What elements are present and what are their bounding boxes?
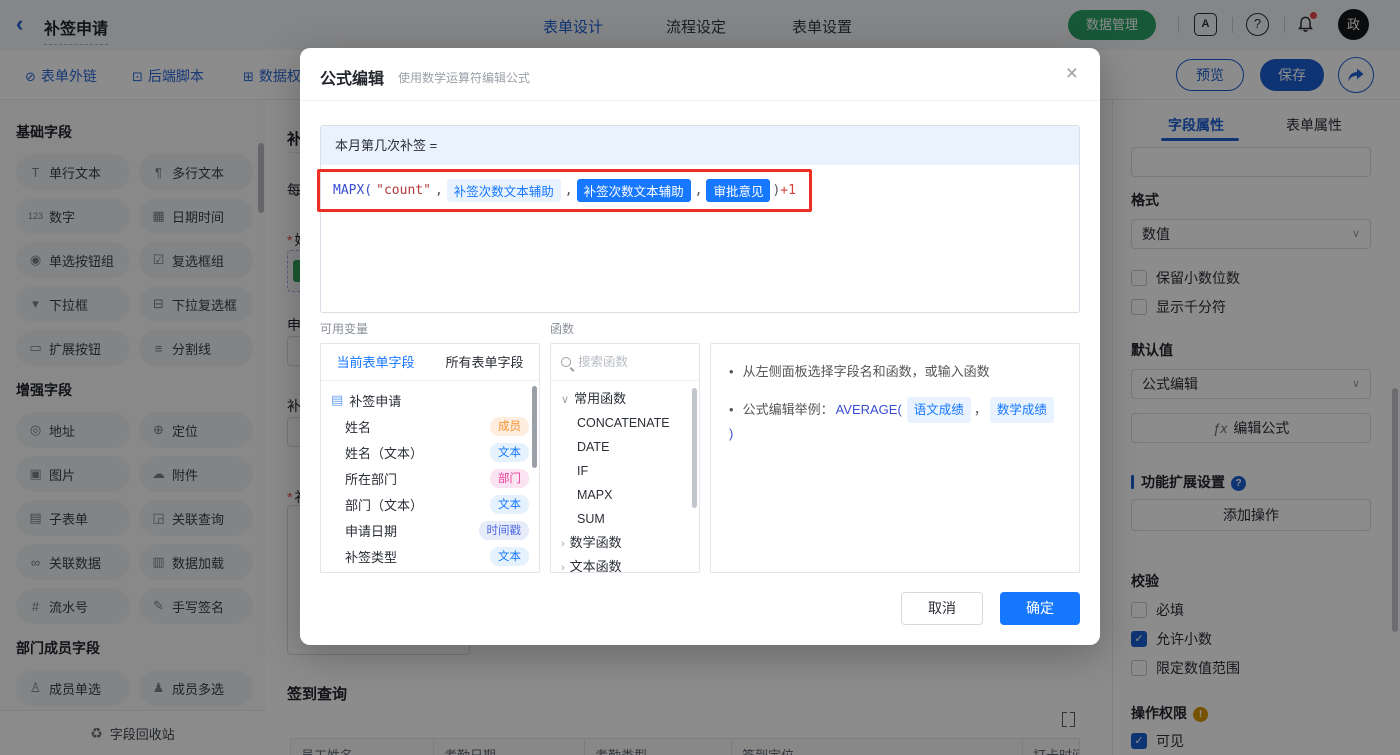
function-search-input[interactable]	[578, 355, 668, 369]
field-chip-selected[interactable]: 补签次数文本辅助	[576, 179, 691, 202]
formula-target-bar: 本月第几次补签 =	[321, 126, 1079, 165]
example-field-chip: 数学成绩	[989, 397, 1054, 423]
type-badge: 成员	[490, 416, 529, 436]
variable-row[interactable]: 所在部门 部门	[321, 465, 539, 491]
variables-panel: 当前表单字段 所有表单字段 ▤ 补签申请 姓名 成员 姓名（文本） 文本 所在部门 部门…	[320, 343, 540, 573]
variables-tree-root[interactable]: ▤ 补签申请	[321, 387, 539, 413]
variable-row[interactable]: 申请日期 时间戳	[321, 517, 539, 543]
type-badge: 文本	[490, 546, 529, 566]
function-item[interactable]: IF	[551, 459, 699, 483]
modal-title: 公式编辑	[320, 71, 385, 88]
chevron-closed-icon: ›	[561, 538, 565, 550]
chevron-closed-icon: ›	[561, 562, 565, 573]
function-item[interactable]: DATE	[551, 435, 699, 459]
help-bullet-2: • 公式编辑举例： AVERAGE( 语文成绩 ， 数学成绩 )	[727, 397, 1063, 445]
function-group-text[interactable]: › 文本函数	[551, 555, 699, 573]
formula-function-token: MAPX(	[333, 183, 373, 198]
modal-header: 公式编辑 使用数学运算符编辑公式 ×	[300, 48, 1100, 101]
function-search[interactable]	[551, 344, 699, 381]
function-group-common[interactable]: ∨ 常用函数	[551, 387, 699, 411]
chevron-open-icon: ∨	[561, 394, 570, 406]
tab-all-form-fields[interactable]: 所有表单字段	[430, 344, 539, 380]
formula-expression[interactable]: MAPX( "count" , 补签次数文本辅助 , 补签次数文本辅助 , 审批…	[333, 179, 800, 202]
example-close-paren: )	[729, 426, 734, 441]
variable-row[interactable]: 姓名（文本） 文本	[321, 439, 539, 465]
variable-row[interactable]: 补签类型 文本	[321, 543, 539, 569]
field-chip[interactable]: 补签次数文本辅助	[446, 179, 561, 202]
comma-token: ,	[564, 183, 573, 198]
tab-current-form-fields[interactable]: 当前表单字段	[321, 344, 430, 380]
type-badge: 时间戳	[478, 520, 529, 540]
app-window: ‹ 补签申请 表单设计 流程设定 表单设置 数据管理 A ? 政 ⊘ 表单外链 ⊡…	[0, 0, 1400, 755]
function-item[interactable]: MAPX	[551, 483, 699, 507]
functions-scrollbar[interactable]	[692, 388, 697, 508]
function-group-math[interactable]: › 数学函数	[551, 531, 699, 555]
help-panel: • 从左侧面板选择字段名和函数，或输入函数 • 公式编辑举例： AVERAGE( …	[710, 343, 1080, 573]
confirm-button[interactable]: 确定	[1000, 592, 1080, 625]
document-icon: ▤	[331, 392, 344, 407]
variables-tabs: 当前表单字段 所有表单字段	[321, 344, 539, 381]
field-chip-selected[interactable]: 审批意见	[706, 179, 771, 202]
type-badge: 部门	[490, 468, 529, 488]
function-item[interactable]: SUM	[551, 507, 699, 531]
help-bullet-1: • 从左侧面板选择字段名和函数，或输入函数	[729, 364, 990, 379]
formula-string-token: "count"	[376, 183, 431, 198]
type-badge: 文本	[490, 494, 529, 514]
search-icon	[561, 357, 571, 367]
variables-scrollbar[interactable]	[532, 386, 537, 468]
functions-label: 函数	[550, 322, 575, 336]
comma-token: ,	[694, 183, 703, 198]
functions-panel: ∨常用函数 CONCATENATE DATE IF MAPX SUM ›数学函数…	[550, 343, 700, 573]
variables-label: 可用变量	[320, 322, 369, 336]
function-item[interactable]: CONCATENATE	[551, 411, 699, 435]
variable-row[interactable]: 部门（文本） 文本	[321, 491, 539, 517]
example-field-chip: 语文成绩	[906, 397, 971, 423]
cancel-button[interactable]: 取消	[901, 592, 983, 625]
example-function: AVERAGE(	[835, 402, 902, 417]
variable-row[interactable]: 姓名 成员	[321, 413, 539, 439]
close-icon[interactable]: ×	[1066, 62, 1078, 86]
formula-editor[interactable]: 本月第几次补签 = MAPX( "count" , 补签次数文本辅助 , 补签次…	[320, 125, 1080, 313]
modal-subtitle: 使用数学运算符编辑公式	[398, 71, 531, 85]
formula-number-token: +1	[780, 183, 796, 198]
comma-token: ,	[434, 183, 443, 198]
type-badge: 文本	[490, 442, 529, 462]
paren-token: )	[772, 183, 781, 198]
formula-editor-modal: 公式编辑 使用数学运算符编辑公式 × 本月第几次补签 = MAPX( "coun…	[300, 48, 1100, 645]
